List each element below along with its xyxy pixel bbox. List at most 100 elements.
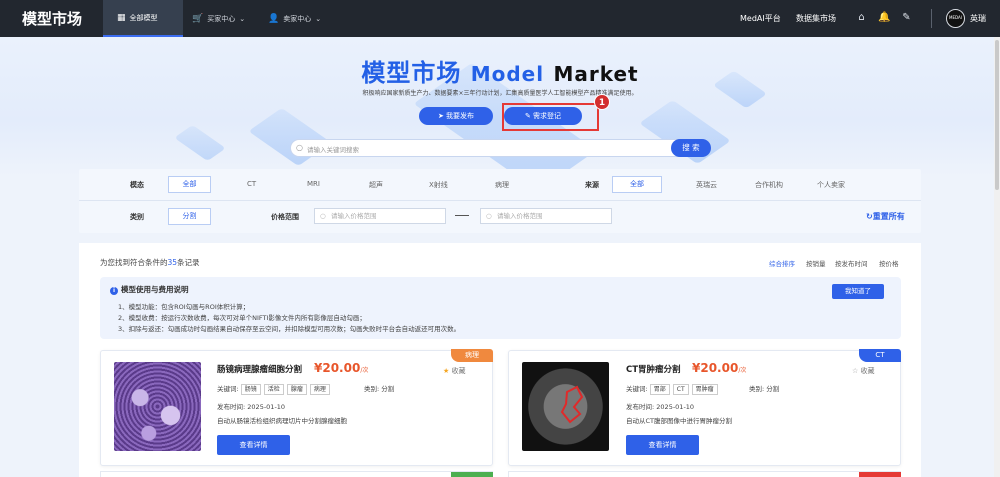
card-price-unit: /次 xyxy=(738,367,747,374)
acknowledge-button[interactable]: 我知道了 xyxy=(832,284,884,299)
price-max-input[interactable]: ○ 请输入价格范围 xyxy=(480,208,612,224)
category-option-segmentation[interactable]: 分割 xyxy=(168,208,211,225)
search-icon: ○ xyxy=(320,212,326,220)
sort-comprehensive[interactable]: 综合排序 xyxy=(769,258,795,268)
modality-label: 模态 xyxy=(130,181,144,189)
category-label: 类别: xyxy=(749,385,765,393)
search-icon: ○ xyxy=(486,212,492,220)
search-icon: ○ xyxy=(296,143,303,152)
notice-line-3: 3、扣除与返还：勾画成功时勾画结果自动保存至云空间，并扣除模型可用次数；勾画失败… xyxy=(118,325,461,333)
home-icon[interactable]: ⌂ xyxy=(856,12,867,23)
nav-seller-center-label: 卖家中心 xyxy=(283,14,312,23)
category-label: 类别 xyxy=(130,213,144,221)
edit-icon[interactable]: ✎ xyxy=(901,12,912,23)
count-suffix: 条记录 xyxy=(177,258,200,267)
source-option-partner[interactable]: 合作机构 xyxy=(755,180,783,190)
tumor-mask-overlay xyxy=(560,385,584,424)
brand-logo-text[interactable]: 模型市场 xyxy=(22,8,82,29)
link-dataset-market[interactable]: 数据集市场 xyxy=(796,0,836,37)
publish-button-label: 我要发布 xyxy=(446,112,475,120)
card-title[interactable]: 肠镜病理腺瘤细胞分割 xyxy=(217,363,302,375)
keyword-tag: 胃部 xyxy=(649,384,670,395)
date-label: 发布时间: xyxy=(217,403,246,411)
favorite-label: 收藏 xyxy=(860,367,875,375)
cart-icon: 🛒 xyxy=(192,13,204,24)
date-value: 2025-01-10 xyxy=(247,403,286,411)
sort-by-price[interactable]: 按价格 xyxy=(879,258,899,268)
favorite-button[interactable]: ★ 收藏 xyxy=(443,366,466,376)
card-description: 自动从肠镜活检组织病理切片中分割腺瘤细胞 xyxy=(217,417,347,425)
user-icon: 👤 xyxy=(268,13,280,24)
card-category: 类别: 分割 xyxy=(364,383,394,393)
ct-scan-thumbnail xyxy=(522,362,609,451)
refresh-icon: ↻ xyxy=(866,212,873,221)
decorative-cube xyxy=(248,107,332,167)
count-prefix: 为您找到符合条件的 xyxy=(100,258,168,267)
avatar[interactable]: MEDAI xyxy=(946,9,965,28)
source-label: 来源 xyxy=(585,181,599,189)
user-name[interactable]: 英瑞 xyxy=(970,13,986,24)
category-value: 分割 xyxy=(766,385,780,393)
decorative-cube xyxy=(174,124,226,162)
nav-all-models[interactable]: ▦ 全部模型 xyxy=(103,0,183,37)
bell-icon[interactable]: 🔔 xyxy=(878,12,890,23)
source-option-all[interactable]: 全部 xyxy=(612,176,662,193)
nav-seller-center[interactable]: 👤 卖家中心 ⌄ xyxy=(268,0,321,37)
scrollbar-thumb[interactable] xyxy=(995,40,999,190)
title-cn: 模型市场 xyxy=(361,59,462,87)
sort-by-publish-time[interactable]: 按发布时间 xyxy=(835,258,868,268)
sort-by-sales[interactable]: 按销量 xyxy=(806,258,826,268)
notice-title-text: 模型使用与费用说明 xyxy=(121,285,189,294)
card-date: 发布时间: 2025-01-10 xyxy=(626,401,694,411)
category-value: 分割 xyxy=(381,385,395,393)
date-label: 发布时间: xyxy=(626,403,655,411)
modality-option-mri[interactable]: MRI xyxy=(307,180,320,188)
model-card-partial xyxy=(100,471,493,477)
card-title[interactable]: CT胃肿瘤分割 xyxy=(626,363,681,375)
page-title: 模型市场 Model Market xyxy=(0,53,1000,88)
favorite-button[interactable]: ☆ 收藏 xyxy=(852,366,875,376)
star-filled-icon: ★ xyxy=(443,367,450,375)
modality-option-all[interactable]: 全部 xyxy=(168,176,211,193)
keywords-label: 关键词: xyxy=(217,385,239,393)
info-icon: i xyxy=(110,287,118,295)
notice-line-1: 1、模型功能：包含ROI勾画与ROI体积计算； xyxy=(118,303,250,311)
view-details-button[interactable]: 查看详情 xyxy=(626,435,699,455)
view-details-button[interactable]: 查看详情 xyxy=(217,435,290,455)
card-keywords: 关键词: 胃部 CT 胃肿瘤 xyxy=(626,383,721,395)
title-market: Market xyxy=(553,62,639,86)
card-date: 发布时间: 2025-01-10 xyxy=(217,401,285,411)
modality-option-xray[interactable]: X射线 xyxy=(429,180,448,190)
card-price: ¥20.00/次 xyxy=(692,361,746,375)
request-register-label: 需求登记 xyxy=(533,112,562,120)
request-register-button[interactable]: ✎ 需求登记 xyxy=(504,107,582,125)
source-option-individual[interactable]: 个人卖家 xyxy=(817,180,845,190)
hero-subtitle: 积极响应国家新质生产力、数据要素×三年行动计划，汇集高质量医学人工智能模型产品精… xyxy=(362,90,638,97)
keyword-tag: 活检 xyxy=(263,384,284,395)
reset-all-button[interactable]: ↻重置所有 xyxy=(866,211,905,222)
search-placeholder: 请输入关键词搜索 xyxy=(307,146,359,154)
card-price-unit: /次 xyxy=(360,367,369,374)
category-label: 类别: xyxy=(364,385,380,393)
nav-all-models-label: 全部模型 xyxy=(129,13,158,22)
card-category: 类别: 分割 xyxy=(749,383,779,393)
price-max-placeholder: 请输入价格范围 xyxy=(497,212,543,220)
modality-option-pathology[interactable]: 病理 xyxy=(495,180,509,190)
publish-button[interactable]: ➤ 我要发布 xyxy=(419,107,493,125)
search-button[interactable]: 搜 索 xyxy=(671,139,711,157)
price-min-input[interactable]: ○ 请输入价格范围 xyxy=(314,208,446,224)
annotation-number-badge: 1 xyxy=(594,94,610,110)
top-navbar: 模型市场 ▦ 全部模型 🛒 买家中心 ⌄ 👤 卖家中心 ⌄ MedAI平台 数据… xyxy=(0,0,1000,37)
divider xyxy=(931,9,932,28)
pen-icon: ✎ xyxy=(524,112,531,120)
nav-buyer-center[interactable]: 🛒 买家中心 ⌄ xyxy=(192,0,245,37)
modality-option-ct[interactable]: CT xyxy=(247,180,256,188)
search-input[interactable]: ○ 请输入关键词搜索 xyxy=(290,139,711,157)
card-price-value: ¥20.00 xyxy=(692,361,739,375)
card-keywords: 关键词: 肠镜 活检 腺瘤 病理 xyxy=(217,383,333,395)
link-medai-platform[interactable]: MedAI平台 xyxy=(740,0,781,37)
price-min-placeholder: 请输入价格范围 xyxy=(331,212,377,220)
modality-option-ultrasound[interactable]: 超声 xyxy=(369,180,383,190)
source-option-yingrui-cloud[interactable]: 英瑞云 xyxy=(696,180,717,190)
star-outline-icon: ☆ xyxy=(852,367,859,375)
